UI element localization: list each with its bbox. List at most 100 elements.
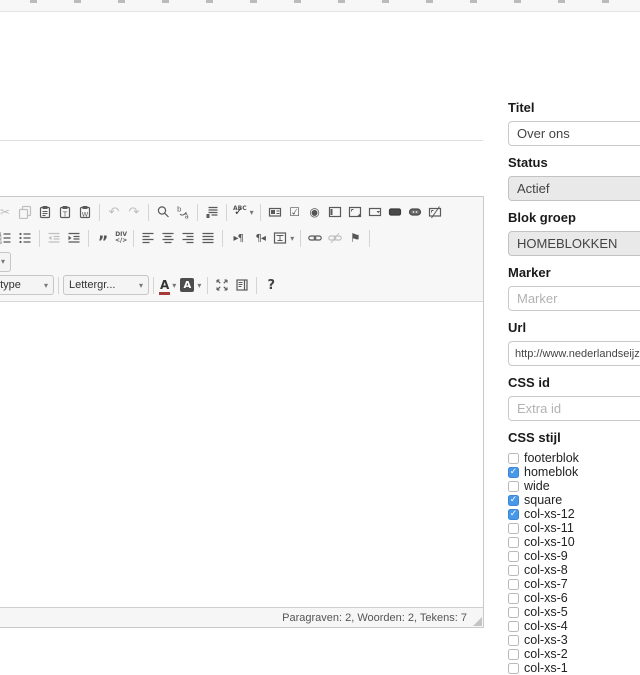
css-style-option-row[interactable]: col-xs-10 xyxy=(508,535,640,549)
checkbox-unchecked-icon[interactable] xyxy=(508,551,519,562)
align-center-icon[interactable] xyxy=(158,227,178,249)
toolbar-separator xyxy=(39,230,40,247)
css-stijl-label: CSS stijl xyxy=(508,430,640,445)
listbox-icon[interactable] xyxy=(365,201,385,223)
hidden-field-icon[interactable] xyxy=(425,201,445,223)
checkbox-unchecked-icon[interactable] xyxy=(508,579,519,590)
copy-icon xyxy=(15,201,35,223)
checkbox-unchecked-icon[interactable] xyxy=(508,565,519,576)
spellcheck-icon[interactable]: ABC✓▾ xyxy=(231,201,256,223)
css-style-option-row[interactable]: col-xs-9 xyxy=(508,549,640,563)
font-family-dropdown[interactable]: Lettertype▾ xyxy=(0,275,54,295)
checkbox-unchecked-icon[interactable] xyxy=(508,621,519,632)
top-strip xyxy=(0,0,640,12)
font-family-dropdown-label: Lettertype xyxy=(0,279,21,291)
css-style-option-row[interactable]: footerblok xyxy=(508,451,640,465)
toolbar-separator xyxy=(88,230,89,247)
text-color-icon[interactable]: A▾ xyxy=(158,274,178,296)
checkbox-unchecked-icon[interactable] xyxy=(508,537,519,548)
toolbar-row-3: ▾ xyxy=(0,251,483,272)
checkbox-unchecked-icon[interactable] xyxy=(508,663,519,674)
background-color-icon[interactable]: A▾ xyxy=(178,274,203,296)
css-style-option-row[interactable]: col-xs-1 xyxy=(508,661,640,675)
checkbox-unchecked-icon[interactable] xyxy=(508,607,519,618)
image-button-icon[interactable] xyxy=(405,201,425,223)
help-icon[interactable]: ? xyxy=(261,274,281,296)
search-icon[interactable] xyxy=(153,201,173,223)
status-select[interactable]: Actief xyxy=(508,176,640,201)
resize-grip[interactable] xyxy=(473,617,482,626)
font-size-dropdown[interactable]: Lettergr...▾ xyxy=(63,275,149,295)
css-style-option-row[interactable]: col-xs-4 xyxy=(508,619,640,633)
css-id-input[interactable] xyxy=(508,396,640,421)
checkbox-unchecked-icon[interactable] xyxy=(508,523,519,534)
top-strip-mark xyxy=(514,0,521,3)
checkbox-unchecked-icon[interactable] xyxy=(508,453,519,464)
toolbar-separator xyxy=(369,230,370,247)
top-strip-mark xyxy=(162,0,169,3)
svg-text:T: T xyxy=(62,211,68,219)
align-right-icon[interactable] xyxy=(178,227,198,249)
paste-as-text-icon[interactable]: T xyxy=(55,201,75,223)
css-style-option-label: col-xs-7 xyxy=(524,577,568,591)
button-field-icon[interactable] xyxy=(385,201,405,223)
top-strip-mark xyxy=(250,0,257,3)
style-dropdown[interactable]: ▾ xyxy=(0,252,11,272)
blok-groep-select[interactable]: HOMEBLOKKEN xyxy=(508,231,640,256)
checkbox-checked-icon[interactable]: ✓ xyxy=(508,495,519,506)
css-style-option-row[interactable]: col-xs-5 xyxy=(508,605,640,619)
paste-from-word-icon[interactable]: W xyxy=(75,201,95,223)
link-icon[interactable] xyxy=(305,227,325,249)
checkbox-field-icon[interactable]: ☑ xyxy=(285,201,305,223)
find-replace-icon[interactable]: ba xyxy=(173,201,193,223)
chevron-down-icon: ▾ xyxy=(172,281,176,290)
titel-label: Titel xyxy=(508,100,640,115)
toolbar-row-1: ✂TW↶↷baABC✓▾☑◉ xyxy=(0,199,483,225)
editor-content-area[interactable] xyxy=(0,302,483,607)
url-input[interactable] xyxy=(508,341,640,366)
textarea-icon[interactable] xyxy=(325,201,345,223)
css-style-option-row[interactable]: col-xs-7 xyxy=(508,577,640,591)
align-justify-icon[interactable] xyxy=(198,227,218,249)
checkbox-unchecked-icon[interactable] xyxy=(508,635,519,646)
textarea-resize-icon[interactable] xyxy=(345,201,365,223)
toolbar-row-2: 123 ”DIV</> ▸¶¶◂▾ ⚑ xyxy=(0,225,483,251)
css-style-option-row[interactable]: ✓homeblok xyxy=(508,465,640,479)
language-icon[interactable]: ▾ xyxy=(271,227,296,249)
css-style-option-row[interactable]: wide xyxy=(508,479,640,493)
anchor-icon[interactable]: ⚑ xyxy=(345,227,365,249)
align-left-icon[interactable] xyxy=(138,227,158,249)
bullet-list-icon[interactable] xyxy=(15,227,35,249)
top-strip-mark xyxy=(294,0,301,3)
css-style-option-row[interactable]: col-xs-3 xyxy=(508,633,640,647)
checkbox-checked-icon[interactable]: ✓ xyxy=(508,509,519,520)
top-strip-mark xyxy=(118,0,125,3)
css-style-option-label: col-xs-6 xyxy=(524,591,568,605)
checkbox-unchecked-icon[interactable] xyxy=(508,481,519,492)
preview-icon[interactable] xyxy=(232,274,252,296)
checkbox-unchecked-icon[interactable] xyxy=(508,593,519,604)
css-style-option-row[interactable]: col-xs-6 xyxy=(508,591,640,605)
rtl-icon[interactable]: ¶◂ xyxy=(249,227,271,249)
css-style-option-row[interactable]: ✓square xyxy=(508,493,640,507)
blockquote-icon[interactable]: ” xyxy=(93,227,113,249)
numbered-list-icon[interactable]: 123 xyxy=(0,227,15,249)
checkbox-checked-icon[interactable]: ✓ xyxy=(508,467,519,478)
css-style-option-row[interactable]: col-xs-11 xyxy=(508,521,640,535)
css-style-option-row[interactable]: col-xs-2 xyxy=(508,647,640,661)
top-strip-mark xyxy=(602,0,609,3)
css-style-option-label: col-xs-12 xyxy=(524,507,575,521)
fullscreen-icon[interactable] xyxy=(212,274,232,296)
template-icon[interactable] xyxy=(202,201,222,223)
radio-field-icon[interactable]: ◉ xyxy=(305,201,325,223)
css-style-option-row[interactable]: col-xs-8 xyxy=(508,563,640,577)
ltr-icon[interactable]: ▸¶ xyxy=(227,227,249,249)
textfield-icon[interactable] xyxy=(265,201,285,223)
paste-icon[interactable] xyxy=(35,201,55,223)
div-container-icon[interactable]: DIV</> xyxy=(113,227,129,249)
titel-input[interactable] xyxy=(508,121,640,146)
css-style-option-row[interactable]: ✓ col-xs-12 xyxy=(508,507,640,521)
marker-input[interactable] xyxy=(508,286,640,311)
indent-icon[interactable] xyxy=(64,227,84,249)
checkbox-unchecked-icon[interactable] xyxy=(508,649,519,660)
